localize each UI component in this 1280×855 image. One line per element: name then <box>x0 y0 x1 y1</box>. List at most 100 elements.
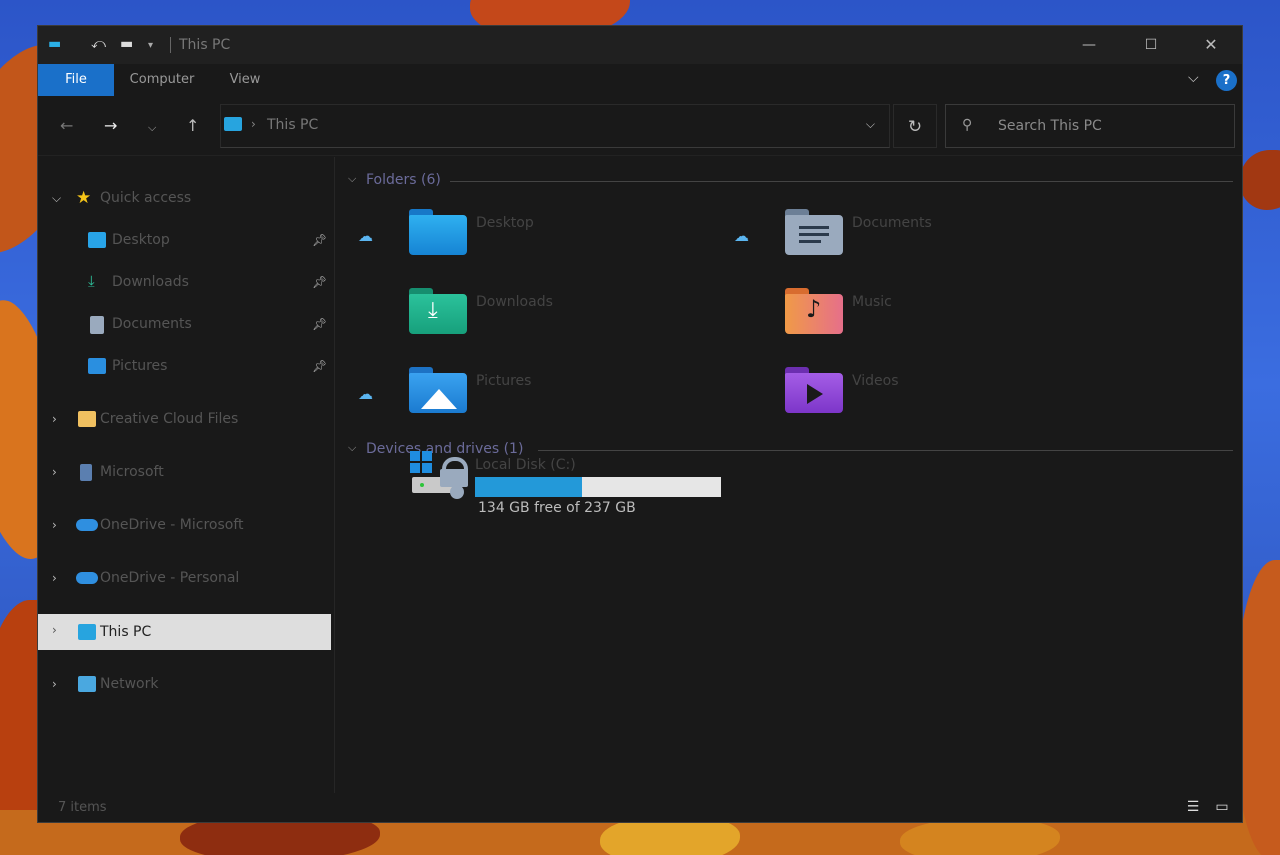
chevron-right-icon[interactable]: › <box>52 412 57 426</box>
chevron-down-icon[interactable]: ⌵ <box>52 191 61 206</box>
pin-icon[interactable]: 📌︎ <box>312 275 327 289</box>
folder-tile-videos[interactable]: Videos <box>719 367 1079 427</box>
minimize-button[interactable]: — <box>1066 32 1112 58</box>
navigation-bar: ← → ⌵ ↑ › This PC ⌵ ↻ ⚲ <box>38 96 1242 156</box>
undo-icon[interactable]: ⤺ <box>91 36 106 52</box>
sidebar-item-onedrive-personal[interactable]: › OneDrive - Personal <box>38 562 331 596</box>
creative-cloud-folder-icon <box>78 411 96 427</box>
sidebar-item-documents[interactable]: Documents 📌︎ <box>38 308 331 342</box>
recent-locations-chevron-icon[interactable]: ⌵ <box>148 121 156 135</box>
quick-access-toolbar-chevron-icon[interactable]: ▾ <box>148 40 153 51</box>
chevron-right-icon[interactable]: › <box>52 571 57 585</box>
forward-arrow-icon[interactable]: → <box>104 116 117 135</box>
pin-icon[interactable]: 📌︎ <box>312 359 327 373</box>
close-button[interactable]: ✕ <box>1188 32 1234 58</box>
folder-tile-downloads[interactable]: ⤓ Downloads <box>343 288 703 348</box>
cloud-status-icon: ☁ <box>734 227 749 245</box>
search-box[interactable]: ⚲ <box>945 104 1235 148</box>
chevron-right-icon[interactable]: › <box>52 518 57 532</box>
sidebar-item-label: Microsoft <box>100 464 164 480</box>
breadcrumb[interactable]: This PC <box>267 117 318 133</box>
sidebar-item-creative-cloud-files[interactable]: › Creative Cloud Files <box>38 403 331 437</box>
onedrive-cloud-icon <box>76 572 98 584</box>
sidebar-item-pictures[interactable]: Pictures 📌︎ <box>38 350 331 384</box>
file-explorer-window: ▬ ⤺ ▬ ▾ This PC — ☐ ✕ File Computer View… <box>37 25 1243 823</box>
this-pc-app-icon: ▬ <box>48 36 62 52</box>
folder-name: Desktop <box>476 215 534 231</box>
desktop-folder-icon <box>409 209 467 255</box>
folder-name: Downloads <box>476 294 553 310</box>
ribbon-tabs: File Computer View ⌵ ? <box>38 64 1242 96</box>
address-bar[interactable]: › This PC ⌵ <box>220 104 890 148</box>
pin-icon[interactable]: 📌︎ <box>312 233 327 247</box>
pictures-icon <box>88 358 106 374</box>
onedrive-cloud-icon <box>76 519 98 531</box>
refresh-button[interactable]: ↻ <box>893 104 937 148</box>
sidebar-item-label: Creative Cloud Files <box>100 411 239 427</box>
up-arrow-icon[interactable]: ↑ <box>186 116 199 135</box>
document-icon <box>90 316 104 334</box>
chevron-right-icon[interactable]: › <box>52 677 57 691</box>
sidebar-item-downloads[interactable]: ⤓ Downloads 📌︎ <box>38 266 331 300</box>
sidebar-item-label: OneDrive - Microsoft <box>100 517 244 533</box>
window-title: This PC <box>179 37 231 53</box>
computer-icon <box>78 624 96 640</box>
drive-tile-local-disk-c[interactable]: Local Disk (C:) 134 GB free of 237 GB <box>408 451 738 521</box>
folder-tile-pictures[interactable]: ☁ Pictures <box>343 367 703 427</box>
tab-computer[interactable]: Computer <box>124 64 200 96</box>
expand-ribbon-chevron-icon[interactable]: ⌵ <box>1188 70 1199 86</box>
music-folder-icon: ♪ <box>785 288 843 334</box>
drive-usage-bar <box>475 477 721 497</box>
status-bar: 7 items ☰ ▭ <box>38 794 1242 824</box>
chevron-down-icon[interactable]: ⌵ <box>348 441 356 455</box>
desktop-icon <box>88 232 106 248</box>
documents-folder-icon <box>785 209 843 255</box>
sidebar-item-label: Desktop <box>112 232 170 248</box>
back-arrow-icon[interactable]: ← <box>60 116 73 135</box>
address-dropdown-chevron-icon[interactable]: ⌵ <box>866 117 875 132</box>
group-label: Folders (6) <box>366 172 441 188</box>
computer-icon <box>224 117 242 131</box>
downloads-folder-icon: ⤓ <box>409 288 467 334</box>
folder-tile-documents[interactable]: ☁ Documents <box>719 209 1079 269</box>
chevron-down-icon[interactable]: ⌵ <box>348 172 356 186</box>
folder-tile-desktop[interactable]: ☁ Desktop <box>343 209 703 269</box>
group-divider <box>450 181 1233 182</box>
sidebar-item-this-pc[interactable]: › This PC <box>38 614 331 650</box>
videos-folder-icon <box>785 367 843 413</box>
building-icon <box>80 464 92 481</box>
navigation-pane: ⌵ ★ Quick access Desktop 📌︎ ⤓ Downloads … <box>38 157 335 793</box>
drive-free-space: 134 GB free of 237 GB <box>478 500 636 516</box>
sidebar-item-label: Pictures <box>112 358 168 374</box>
network-icon <box>78 676 96 692</box>
sidebar-item-microsoft[interactable]: › Microsoft <box>38 456 331 490</box>
sidebar-item-label: This PC <box>100 624 152 640</box>
sidebar-item-desktop[interactable]: Desktop 📌︎ <box>38 224 331 258</box>
folders-group-header[interactable]: ⌵ Folders (6) <box>343 169 1233 193</box>
sidebar-item-network[interactable]: › Network <box>38 668 331 702</box>
search-input[interactable] <box>998 105 1218 147</box>
help-button[interactable]: ? <box>1216 70 1237 91</box>
maximize-button[interactable]: ☐ <box>1128 32 1174 58</box>
sidebar-item-label: Network <box>100 676 159 692</box>
content-pane: ⌵ Folders (6) ☁ Desktop ☁ Documents ⤓ Do… <box>343 157 1238 793</box>
new-folder-icon[interactable]: ▬ <box>120 36 133 52</box>
chevron-right-icon[interactable]: › <box>52 465 57 479</box>
folder-name: Videos <box>852 373 899 389</box>
title-separator <box>170 37 171 53</box>
tab-file[interactable]: File <box>38 64 114 96</box>
large-icons-view-icon[interactable]: ▭ <box>1212 799 1232 817</box>
pictures-folder-icon <box>409 367 467 413</box>
pin-icon[interactable]: 📌︎ <box>312 317 327 331</box>
sidebar-item-onedrive-microsoft[interactable]: › OneDrive - Microsoft <box>38 509 331 543</box>
chevron-right-icon[interactable]: › <box>52 623 57 637</box>
folder-tile-music[interactable]: ♪ Music <box>719 288 1079 348</box>
sidebar-item-label: OneDrive - Personal <box>100 570 240 586</box>
sidebar-item-quick-access[interactable]: ⌵ ★ Quick access <box>38 182 331 216</box>
tab-view[interactable]: View <box>220 64 270 96</box>
breadcrumb-separator-icon[interactable]: › <box>251 117 256 131</box>
search-icon: ⚲ <box>962 117 973 133</box>
details-view-icon[interactable]: ☰ <box>1183 799 1203 817</box>
sidebar-item-label: Documents <box>112 316 192 332</box>
title-bar: ▬ ⤺ ▬ ▾ This PC — ☐ ✕ <box>38 26 1242 64</box>
